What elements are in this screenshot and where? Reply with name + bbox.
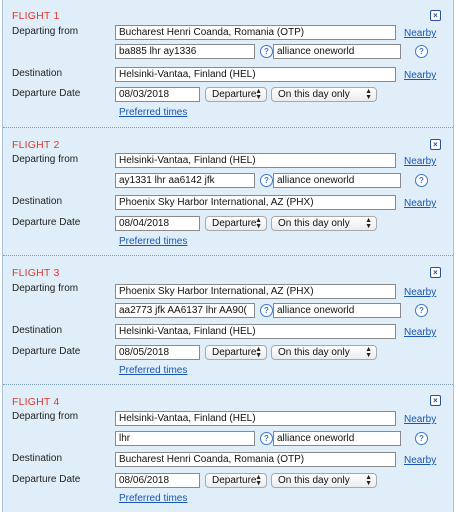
help-icon[interactable]: ? <box>415 174 428 187</box>
flight-numbers-input[interactable]: lhr <box>115 431 255 446</box>
departing-from-label: Departing from <box>12 154 79 165</box>
nearby-link[interactable]: Nearby <box>404 287 436 298</box>
nearby-link[interactable]: Nearby <box>404 414 436 425</box>
departing-from-label: Departing from <box>12 26 79 37</box>
departing-from-label: Departing from <box>12 411 79 422</box>
help-icon[interactable]: ? <box>260 304 273 317</box>
help-icon[interactable]: ? <box>415 304 428 317</box>
nearby-link[interactable]: Nearby <box>404 28 436 39</box>
nearby-link[interactable]: Nearby <box>404 455 436 466</box>
departing-from-input[interactable]: Phoenix Sky Harbor International, AZ (PH… <box>115 284 396 299</box>
destination-label: Destination <box>12 325 63 336</box>
preferred-times-link[interactable]: Preferred times <box>119 236 187 247</box>
preferred-times-link[interactable]: Preferred times <box>119 107 187 118</box>
departure-select[interactable]: Departure ▲ ▼ <box>205 473 267 488</box>
select-arrows-icon: ▲ ▼ <box>255 217 262 230</box>
flight-title: FLIGHT 2 <box>12 139 60 151</box>
select-arrows-icon: ▲ ▼ <box>365 217 372 230</box>
departure-select[interactable]: Departure ▲ ▼ <box>205 87 267 102</box>
select-arrows-icon: ▲ ▼ <box>255 88 262 101</box>
departing-from-input[interactable]: Bucharest Henri Coanda, Romania (OTP) <box>115 25 396 40</box>
destination-label: Destination <box>12 453 63 464</box>
nearby-link[interactable]: Nearby <box>404 327 436 338</box>
flight-4-section: FLIGHT 4 × Departing from Helsinki-Vanta… <box>3 385 453 512</box>
flight-numbers-input[interactable]: aa2773 jfk AA6137 lhr AA90( <box>115 303 255 318</box>
departure-select[interactable]: Departure ▲ ▼ <box>205 345 267 360</box>
departure-date-label: Departure Date <box>12 474 81 485</box>
day-range-select[interactable]: On this day only ▲ ▼ <box>271 216 377 231</box>
help-icon[interactable]: ? <box>260 174 273 187</box>
alliance-input[interactable]: alliance oneworld <box>273 173 401 188</box>
departing-from-input[interactable]: Helsinki-Vantaa, Finland (HEL) <box>115 153 396 168</box>
departure-date-label: Departure Date <box>12 217 81 228</box>
flight-numbers-input[interactable]: ba885 lhr ay1336 <box>115 44 255 59</box>
help-icon[interactable]: ? <box>260 45 273 58</box>
select-arrows-icon: ▲ ▼ <box>255 346 262 359</box>
preferred-times-link[interactable]: Preferred times <box>119 365 187 376</box>
destination-input[interactable]: Phoenix Sky Harbor International, AZ (PH… <box>115 195 396 210</box>
flight-title: FLIGHT 3 <box>12 267 60 279</box>
alliance-input[interactable]: alliance oneworld <box>273 303 401 318</box>
help-icon[interactable]: ? <box>415 432 428 445</box>
close-icon[interactable]: × <box>430 267 441 278</box>
departing-from-label: Departing from <box>12 283 79 294</box>
day-range-select[interactable]: On this day only ▲ ▼ <box>271 345 377 360</box>
flight-2-section: FLIGHT 2 × Departing from Helsinki-Vanta… <box>3 128 453 256</box>
close-icon[interactable]: × <box>430 10 441 21</box>
destination-label: Destination <box>12 68 63 79</box>
departure-date-label: Departure Date <box>12 346 81 357</box>
day-range-select[interactable]: On this day only ▲ ▼ <box>271 473 377 488</box>
preferred-times-link[interactable]: Preferred times <box>119 493 187 504</box>
nearby-link[interactable]: Nearby <box>404 156 436 167</box>
flight-title: FLIGHT 4 <box>12 396 60 408</box>
select-arrows-icon: ▲ ▼ <box>365 346 372 359</box>
flight-1-section: FLIGHT 1 × Departing from Bucharest Henr… <box>3 0 453 128</box>
departing-from-input[interactable]: Helsinki-Vantaa, Finland (HEL) <box>115 411 396 426</box>
nearby-link[interactable]: Nearby <box>404 198 436 209</box>
destination-label: Destination <box>12 196 63 207</box>
help-icon[interactable]: ? <box>415 45 428 58</box>
destination-input[interactable]: Helsinki-Vantaa, Finland (HEL) <box>115 67 396 82</box>
departure-date-input[interactable]: 08/04/2018 <box>115 216 200 231</box>
nearby-link[interactable]: Nearby <box>404 70 436 81</box>
departure-date-label: Departure Date <box>12 88 81 99</box>
flight-title: FLIGHT 1 <box>12 10 60 22</box>
multi-city-flight-form: FLIGHT 1 × Departing from Bucharest Henr… <box>2 0 454 512</box>
select-arrows-icon: ▲ ▼ <box>365 474 372 487</box>
departure-date-input[interactable]: 08/03/2018 <box>115 87 200 102</box>
departure-date-input[interactable]: 08/05/2018 <box>115 345 200 360</box>
day-range-select[interactable]: On this day only ▲ ▼ <box>271 87 377 102</box>
alliance-input[interactable]: alliance oneworld <box>273 44 401 59</box>
destination-input[interactable]: Helsinki-Vantaa, Finland (HEL) <box>115 324 396 339</box>
flight-3-section: FLIGHT 3 × Departing from Phoenix Sky Ha… <box>3 256 453 384</box>
close-icon[interactable]: × <box>430 395 441 406</box>
close-icon[interactable]: × <box>430 139 441 150</box>
departure-date-input[interactable]: 08/06/2018 <box>115 473 200 488</box>
help-icon[interactable]: ? <box>260 432 273 445</box>
alliance-input[interactable]: alliance oneworld <box>273 431 401 446</box>
destination-input[interactable]: Bucharest Henri Coanda, Romania (OTP) <box>115 452 396 467</box>
select-arrows-icon: ▲ ▼ <box>365 88 372 101</box>
departure-select[interactable]: Departure ▲ ▼ <box>205 216 267 231</box>
select-arrows-icon: ▲ ▼ <box>255 474 262 487</box>
flight-numbers-input[interactable]: ay1331 lhr aa6142 jfk <box>115 173 255 188</box>
